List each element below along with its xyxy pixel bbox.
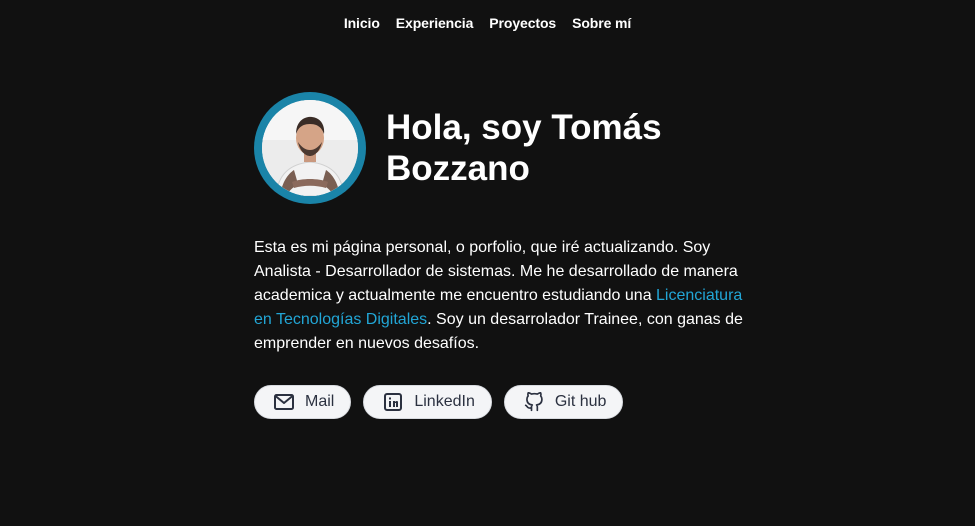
mail-button[interactable]: Mail: [254, 385, 352, 419]
page-title: Hola, soy Tomás Bozzano: [386, 108, 662, 188]
github-button[interactable]: Git hub: [503, 385, 624, 419]
nav-link-sobre-mi[interactable]: Sobre mí: [572, 15, 631, 31]
nav-link-inicio[interactable]: Inicio: [344, 15, 380, 31]
mail-icon: [273, 391, 295, 413]
github-button-label: Git hub: [554, 393, 607, 410]
nav-link-experiencia[interactable]: Experiencia: [396, 15, 474, 31]
top-navigation: Inicio Experiencia Proyectos Sobre mí: [0, 0, 975, 46]
linkedin-button-label: LinkedIn: [414, 393, 475, 410]
bio-paragraph: Esta es mi página personal, o porfolio, …: [254, 236, 744, 356]
avatar-photo: [262, 100, 358, 196]
hero-section: Hola, soy Tomás Bozzano Esta es mi págin…: [254, 92, 754, 372]
nav-link-proyectos[interactable]: Proyectos: [489, 15, 556, 31]
avatar-ring: [254, 92, 366, 204]
mail-button-label: Mail: [305, 393, 335, 410]
linkedin-button[interactable]: LinkedIn: [363, 385, 492, 419]
linkedin-icon: [382, 391, 404, 413]
hero-header: Hola, soy Tomás Bozzano: [254, 92, 754, 204]
avatar: [262, 100, 358, 196]
github-icon: [523, 391, 545, 413]
contact-buttons: Mail LinkedIn Git hub: [254, 385, 624, 419]
